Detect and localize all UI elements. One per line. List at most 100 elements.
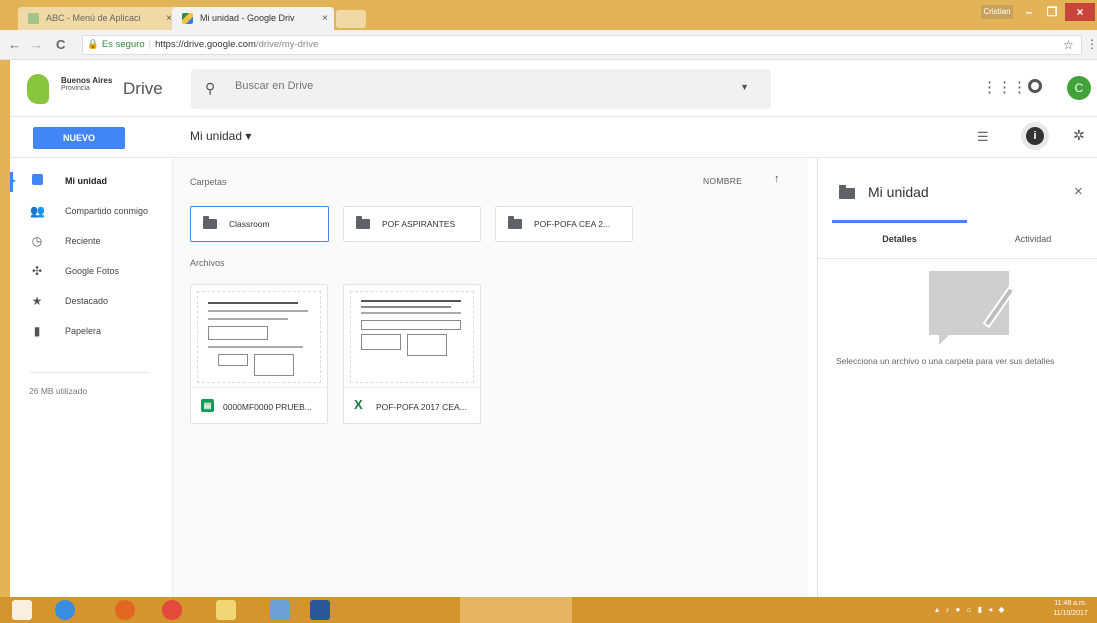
logo-title: Buenos Aires [61,76,113,85]
breadcrumb[interactable]: Mi unidad ▾ [190,129,251,143]
forward-icon[interactable]: → [30,37,43,52]
file-area: Carpetas NOMBRE ↑ Classroom POF ASPIRANT… [173,158,808,597]
document-icon[interactable] [270,600,290,620]
empty-state-message: Selecciona un archivo o una carpeta para… [836,356,1055,366]
new-button[interactable]: NUEVO [33,127,125,149]
bookmark-star-icon[interactable]: ☆ [1063,38,1074,52]
secure-label: Es seguro [101,39,145,50]
search-icon[interactable]: ⚲ [205,80,215,97]
apps-grid-icon[interactable]: ⋮⋮⋮ [982,78,1027,96]
expand-icon[interactable]: ▸ [12,176,16,185]
search-input[interactable] [235,80,715,92]
browser-menu-icon[interactable]: ⋮ [1086,37,1097,51]
back-icon[interactable]: ← [8,37,21,52]
folder-name: POF ASPIRANTES [382,219,456,229]
tab-google-drive[interactable]: Mi unidad - Google Driv × [172,7,334,30]
drive-app: Buenos Aires Provincia Drive ⚲ ▼ ⋮⋮⋮ C N… [10,60,1097,597]
folders-heading: Carpetas [190,177,227,187]
clock[interactable]: 11:48 a.m. 11/10/2017 [1048,599,1093,619]
internet-explorer-icon[interactable] [55,600,75,620]
file-thumbnail [197,291,321,383]
reload-icon[interactable]: C [56,37,65,52]
lock-icon: 🔒 [87,39,99,50]
tab-activity[interactable]: Actividad [968,220,1097,258]
url-path: /drive/my-drive [255,39,319,50]
folder-item[interactable]: POF ASPIRANTES [343,206,481,242]
folder-name: POF-POFA CEA 2... [534,219,611,229]
word-icon[interactable] [310,600,330,620]
file-name-bar: X POF-POFA 2017 CEA... [344,387,482,425]
files-heading: Archivos [190,258,225,268]
search-options-icon[interactable]: ▼ [740,82,749,92]
sidebar-item-my-drive[interactable]: ▸ Mi unidad [10,170,173,194]
sidebar-item-label: Compartido conmigo [65,206,149,216]
sidebar-item-shared[interactable]: 👥 Compartido conmigo [10,200,173,224]
gear-icon[interactable]: ✲ [1073,127,1085,144]
excel-icon: X [354,397,363,412]
file-card[interactable]: X POF-POFA 2017 CEA... [343,284,482,425]
trash-icon: ▮ [33,324,41,338]
file-name: 0000MF0000 PRUEB... [223,402,312,412]
file-explorer-icon[interactable] [216,600,236,620]
windows-start-icon[interactable] [12,600,32,620]
close-icon[interactable]: × [1074,183,1083,200]
new-tab-button[interactable] [336,10,366,28]
notifications-icon[interactable] [1028,79,1042,93]
window-frame [0,60,10,597]
drive-header: Buenos Aires Provincia Drive ⚲ ▼ ⋮⋮⋮ C [10,60,1097,117]
folder-icon [508,216,522,229]
sidebar-item-label: Google Fotos [65,266,120,276]
details-title: Mi unidad [868,184,929,200]
file-thumbnail [350,291,474,383]
profile-badge[interactable]: Cristian [981,5,1013,19]
minimize-button[interactable]: – [1017,3,1041,21]
windows-taskbar: ▴ ♪ ● ⌂ ▮ ◂ ◆ 11:48 a.m. 11/10/2017 [0,597,1097,623]
close-window-button[interactable]: × [1065,3,1095,21]
sidebar: ▸ Mi unidad 👥 Compartido conmigo ◷ Recie… [10,158,173,597]
chrome-icon[interactable] [162,600,182,620]
sidebar-item-recent[interactable]: ◷ Reciente [10,230,173,254]
storage-usage[interactable]: 26 MB utilizado [29,386,87,396]
search-box[interactable]: ⚲ ▼ [191,69,771,109]
tab-title: ABC - Menú de Aplicaci [46,13,141,23]
tab-details[interactable]: Detalles [832,220,967,258]
abc-favicon-icon [28,13,39,24]
clock-date: 11/10/2017 [1053,610,1088,617]
active-window-highlight [460,597,572,623]
folder-icon [839,185,855,199]
maximize-button[interactable]: ❐ [1040,3,1064,21]
photos-pinwheel-icon: ✣ [31,264,43,278]
info-icon[interactable]: i [1026,127,1044,145]
sheets-icon: ▤ [201,399,214,412]
sidebar-divider [30,372,150,373]
firefox-icon[interactable] [115,600,135,620]
sidebar-item-photos[interactable]: ✣ Google Fotos [10,260,173,284]
sort-by-name[interactable]: NOMBRE [703,176,742,186]
clock-icon: ◷ [31,234,43,248]
url-host: https://drive.google.com [155,39,256,50]
address-bar[interactable]: 🔒 Es seguro | https://drive.google.com/driv… [82,35,1082,55]
browser-toolbar: ← → C 🔒 Es seguro | https://drive.google.co… [0,30,1097,60]
tab-close-icon[interactable]: × [322,7,328,30]
folder-item[interactable]: POF-POFA CEA 2... [495,206,633,242]
system-tray[interactable]: ▴ ♪ ● ⌂ ▮ ◂ ◆ [935,605,1007,614]
details-panel: Mi unidad × Detalles Actividad Seleccion… [817,158,1097,597]
ba-logo-icon[interactable] [27,74,49,104]
tab-abc-menu[interactable]: ABC - Menú de Aplicaci × [18,7,178,30]
file-card[interactable]: ▤ 0000MF0000 PRUEB... [190,284,329,425]
folder-item[interactable]: Classroom [190,206,329,242]
browser-titlebar: ABC - Menú de Aplicaci × Mi unidad - Goo… [0,0,1097,30]
sidebar-item-label: Reciente [65,236,101,246]
tab-title: Mi unidad - Google Driv [200,13,295,23]
sort-direction-icon[interactable]: ↑ [774,173,780,185]
file-name-bar: ▤ 0000MF0000 PRUEB... [191,387,329,425]
sidebar-item-starred[interactable]: ★ Destacado [10,290,173,314]
sidebar-item-label: Destacado [65,296,109,306]
product-name[interactable]: Drive [123,79,163,99]
drive-toolbar: NUEVO Mi unidad ▾ ☰ i ✲ [10,117,1097,158]
list-view-icon[interactable]: ☰ [977,129,989,145]
avatar[interactable]: C [1067,76,1091,100]
folder-icon [203,216,217,229]
people-icon: 👥 [30,204,45,218]
sidebar-item-trash[interactable]: ▮ Papelera [10,320,173,344]
